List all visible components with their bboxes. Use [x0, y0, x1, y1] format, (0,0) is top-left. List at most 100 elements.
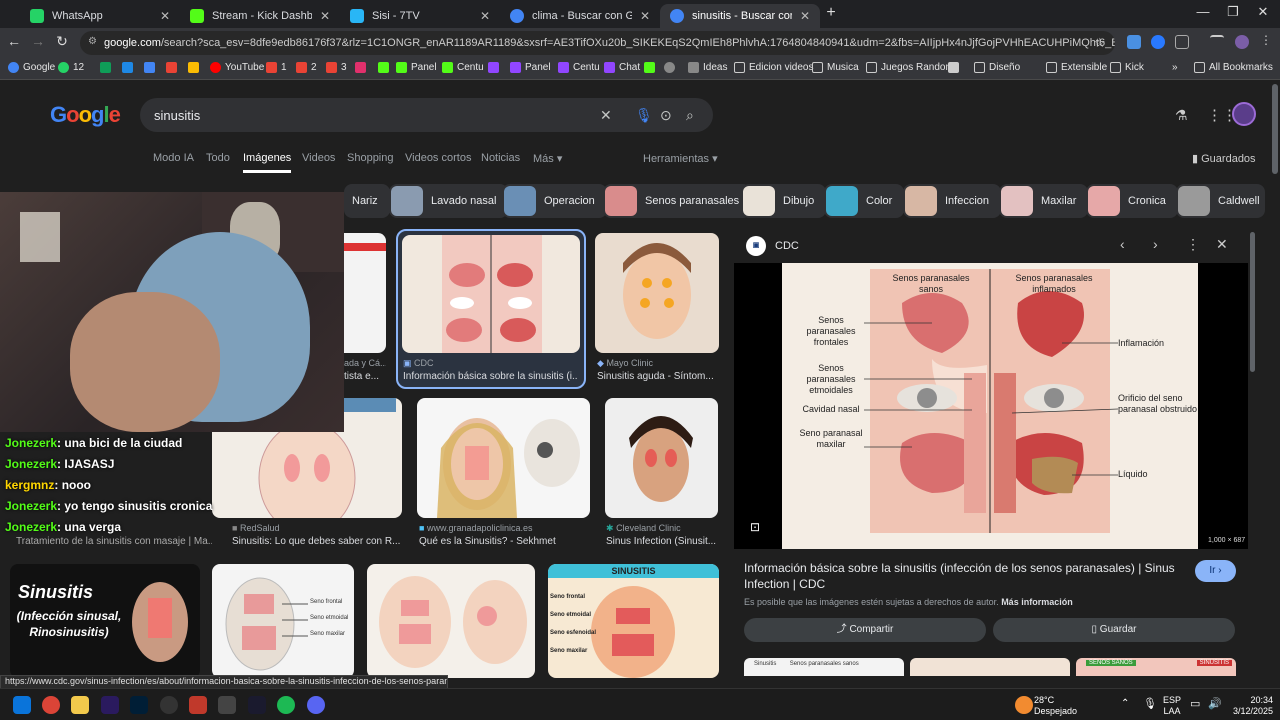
bookmark-diseno[interactable]: Diseño — [974, 62, 1020, 73]
tab-modo-ia[interactable]: Modo IA — [153, 152, 194, 164]
google-logo[interactable]: Google — [50, 102, 121, 128]
panel-title[interactable]: Información básica sobre la sinusitis (i… — [744, 560, 1184, 592]
bookmark-icon-only[interactable] — [488, 62, 503, 73]
extensions-puzzle-icon[interactable] — [1175, 35, 1189, 49]
bookmark-icon-only[interactable] — [378, 62, 393, 73]
saved-button[interactable]: ▮ Guardados — [1192, 152, 1256, 165]
previous-icon[interactable]: ‹ — [1120, 236, 1125, 252]
bookmark-icon-only[interactable] — [188, 62, 203, 73]
reading-list-icon[interactable] — [1210, 35, 1224, 49]
bookmark-centu-2[interactable]: Centu — [558, 62, 600, 73]
extension-icon[interactable] — [1127, 35, 1141, 49]
related-image[interactable]: SENOS SANOS SINUSITIS — [1076, 658, 1236, 676]
chip-nariz[interactable]: Nariz — [344, 184, 390, 218]
search-input[interactable]: sinusitis — [154, 108, 200, 123]
site-info-icon[interactable]: ⚙ — [88, 36, 97, 47]
tab-mas[interactable]: Más ▾ — [533, 152, 562, 165]
tab-clima[interactable]: clima - Buscar con Google ✕ — [500, 4, 660, 28]
address-bar[interactable]: ⚙ google.com/search?sca_esv=8dfe9edb8617… — [80, 31, 1115, 55]
bookmark-panel[interactable]: Panel — [396, 62, 437, 73]
tab-whatsapp[interactable]: WhatsApp ✕ — [20, 4, 180, 28]
visual-search-icon[interactable]: ⊡ — [750, 520, 760, 534]
extension-icon[interactable] — [1151, 35, 1165, 49]
result-caption[interactable]: Información básica sobre la sinusitis (i… — [403, 371, 578, 382]
app-icon[interactable] — [218, 696, 236, 714]
bookmark-chat[interactable]: Chat — [604, 62, 640, 73]
bookmark-star-icon[interactable]: ☆ — [1094, 35, 1106, 51]
lens-icon[interactable]: ⊙ — [660, 107, 672, 124]
share-button[interactable]: ⤴ Compartir — [744, 618, 986, 642]
result-image[interactable] — [344, 233, 386, 353]
chip-operacion[interactable]: Operacion — [502, 184, 607, 218]
visit-button[interactable]: Ir › — [1195, 560, 1236, 582]
profile-avatar-icon[interactable] — [1235, 35, 1249, 49]
result-caption[interactable]: tista e... — [344, 371, 386, 382]
result-image-granada[interactable] — [417, 398, 590, 518]
tab-sinusitis[interactable]: sinusitis - Buscar con Google ✕ — [660, 4, 820, 28]
volume-icon[interactable]: 🔊 — [1208, 697, 1222, 710]
minimize-icon[interactable]: — — [1188, 4, 1218, 19]
microphone-icon[interactable]: 🎙 — [635, 107, 653, 124]
chip-infeccion[interactable]: Infeccion — [903, 184, 1002, 218]
result-image-skull[interactable]: Seno frontal Seno etmoidal Seno maxilar — [212, 564, 354, 678]
obs-icon[interactable] — [160, 696, 178, 714]
premiere-icon[interactable] — [101, 696, 119, 714]
next-icon[interactable]: › — [1153, 236, 1158, 252]
weather-widget[interactable]: 28°C Despejado — [1034, 695, 1077, 717]
bookmark-juegos-random[interactable]: Juegos Random — [866, 62, 954, 73]
bookmark-youtube[interactable]: YouTube — [210, 62, 264, 73]
bookmark-ideas[interactable]: Ideas — [688, 62, 727, 73]
close-icon[interactable]: ✕ — [480, 9, 490, 23]
close-panel-icon[interactable]: ✕ — [1216, 236, 1228, 253]
bookmark-gmail-2[interactable]: 2 — [296, 62, 317, 73]
tools-button[interactable]: Herramientas ▾ — [643, 152, 718, 165]
chip-color[interactable]: Color — [824, 184, 905, 218]
bookmark-panel-2[interactable]: Panel — [510, 62, 551, 73]
bookmark-gmail-3[interactable]: 3 — [326, 62, 347, 73]
chip-cronica[interactable]: Cronica — [1086, 184, 1178, 218]
microphone-icon[interactable]: 🎙 — [1143, 697, 1157, 710]
bookmark-whatsapp[interactable]: 12 — [58, 62, 84, 73]
bookmark-centu[interactable]: Centu — [442, 62, 484, 73]
search-icon[interactable]: ⌕ — [686, 107, 694, 124]
panel-source[interactable]: CDC — [775, 240, 799, 252]
tab-todo[interactable]: Todo — [206, 152, 230, 164]
file-explorer-icon[interactable] — [71, 696, 89, 714]
bookmark-icon-only[interactable] — [144, 62, 159, 73]
result-image-cdc[interactable] — [402, 235, 580, 353]
restore-icon[interactable]: ❐ — [1218, 4, 1248, 20]
close-icon[interactable]: ✕ — [160, 9, 170, 23]
back-icon[interactable]: ← — [4, 33, 24, 49]
bookmark-icon-only[interactable] — [664, 62, 679, 73]
more-options-icon[interactable]: ⋮ — [1186, 236, 1200, 253]
result-image-sinus-views[interactable] — [367, 564, 535, 678]
tab-videos-cortos[interactable]: Videos cortos — [405, 152, 471, 164]
close-icon[interactable]: ✕ — [800, 9, 810, 23]
bookmark-icon-only[interactable] — [355, 62, 370, 73]
result-caption[interactable]: Qué es la Sinusitis? - Sekhmet — [419, 536, 589, 547]
preview-image[interactable]: Senos paranasales sanos Senos paranasale… — [782, 263, 1198, 549]
tab-videos[interactable]: Videos — [302, 152, 335, 164]
chip-lavado-nasal[interactable]: Lavado nasal — [389, 184, 509, 218]
related-image[interactable] — [910, 658, 1070, 676]
menu-kebab-icon[interactable]: ⋮ — [1260, 33, 1274, 47]
save-button[interactable]: ▯ Guardar — [993, 618, 1235, 642]
chip-caldwell[interactable]: Caldwell — [1176, 184, 1265, 218]
close-icon[interactable]: ✕ — [320, 9, 330, 23]
new-tab-button[interactable]: + — [816, 4, 846, 22]
tab-imagenes[interactable]: Imágenes — [243, 152, 292, 173]
clock[interactable]: 20:34 3/12/2025 — [1227, 695, 1273, 717]
spotify-icon[interactable] — [277, 696, 295, 714]
reload-icon[interactable]: ↻ — [52, 33, 72, 50]
panel-scrollbar[interactable] — [1250, 232, 1255, 372]
tab-shopping[interactable]: Shopping — [347, 152, 394, 164]
result-image-sinusitis-poster[interactable]: SINUSITIS Seno frontal Seno etmoidal Sen… — [548, 564, 719, 678]
related-image[interactable]: Sinusitis Senos paranasales sanos — [744, 658, 904, 676]
chip-maxilar[interactable]: Maxilar — [999, 184, 1089, 218]
account-avatar[interactable] — [1232, 102, 1256, 126]
bookmark-icon-only[interactable] — [948, 62, 963, 73]
tab-7tv[interactable]: Sisi - 7TV ✕ — [340, 4, 500, 28]
all-bookmarks[interactable]: All Bookmarks — [1194, 62, 1273, 73]
labs-flask-icon[interactable]: ⚗ — [1175, 107, 1188, 124]
result-image-mayo[interactable] — [595, 233, 719, 353]
